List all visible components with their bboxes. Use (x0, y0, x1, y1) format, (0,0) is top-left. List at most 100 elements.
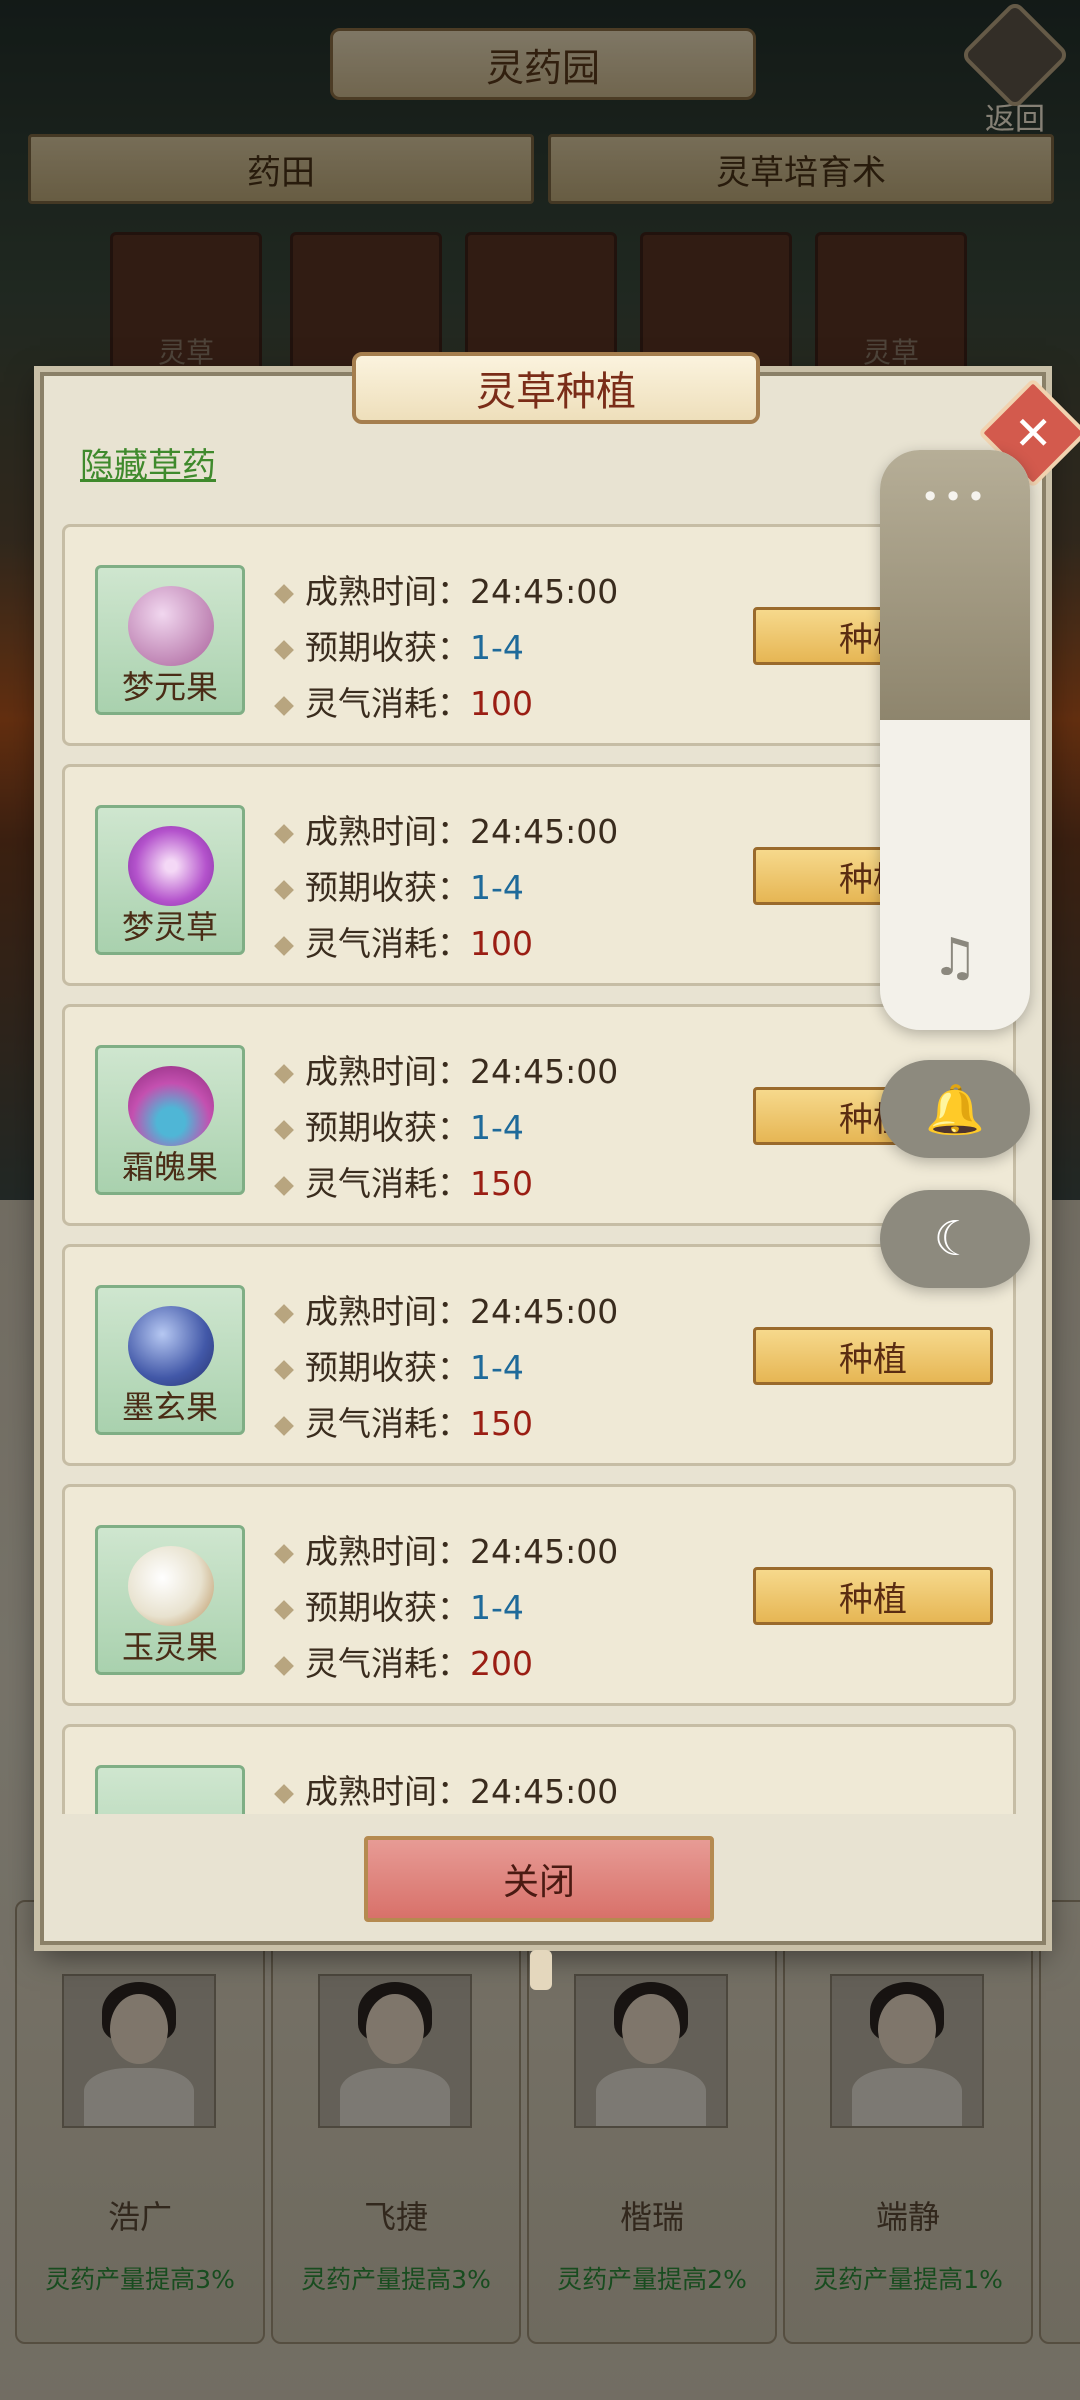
plant-button[interactable]: 种植 (753, 1567, 993, 1625)
harvest-label: 预期收获： (305, 1588, 470, 1627)
harvest-label: 预期收获： (305, 868, 470, 907)
herb-name: 梦元果 (121, 668, 218, 706)
maturity-time: 成熟时间：24:45:00 (274, 1285, 619, 1333)
flower-icon (128, 826, 214, 906)
expected-harvest: 预期收获：1-4 (274, 1101, 524, 1149)
cost-value: 100 (470, 684, 533, 723)
fruit-icon (128, 1066, 214, 1146)
plant-button[interactable]: 种植 (753, 1327, 993, 1385)
maturity-value: 24:45:00 (470, 572, 619, 611)
list-item: 成熟时间：24:45:00 (62, 1724, 1016, 1814)
herb-icon: 玉灵果 (95, 1525, 245, 1675)
herb-icon: 墨玄果 (95, 1285, 245, 1435)
diamond-icon (274, 823, 294, 844)
harvest-value: 1-4 (470, 1588, 524, 1627)
diamond-icon (274, 583, 294, 604)
maturity-label: 成熟时间： (305, 1292, 470, 1331)
list-item: 墨玄果 成熟时间：24:45:00 预期收获：1-4 灵气消耗：150 种植 (62, 1244, 1016, 1466)
expected-harvest: 预期收获：1-4 (274, 1581, 524, 1629)
diamond-icon (274, 1599, 294, 1620)
expected-harvest: 预期收获：1-4 (274, 621, 524, 669)
diamond-icon (274, 1783, 294, 1804)
herb-icon (95, 1765, 245, 1814)
diamond-icon (274, 695, 294, 716)
cost-label: 灵气消耗： (305, 684, 470, 723)
diamond-icon (274, 639, 294, 660)
cost-value: 200 (470, 1644, 533, 1683)
maturity-time: 成熟时间：24:45:00 (274, 1525, 619, 1573)
moon-icon: ☾ (933, 1211, 977, 1267)
list-item: 霜魄果 成熟时间：24:45:00 预期收获：1-4 灵气消耗：150 种植 (62, 1004, 1016, 1226)
fruit-icon (128, 1546, 214, 1626)
diamond-icon (274, 1063, 294, 1084)
diamond-icon (274, 1119, 294, 1140)
expected-harvest: 预期收获：1-4 (274, 861, 524, 909)
diamond-icon (274, 1303, 294, 1324)
tassel-ornament (530, 1950, 552, 1990)
list-item: 梦元果 成熟时间：24:45:00 预期收获：1-4 灵气消耗：100 种植 (62, 524, 1016, 746)
maturity-value: 24:45:00 (470, 1292, 619, 1331)
diamond-icon (274, 1175, 294, 1196)
cost-value: 150 (470, 1404, 533, 1443)
dialog-title: 灵草种植 (352, 352, 760, 424)
herb-icon: 霜魄果 (95, 1045, 245, 1195)
spirit-cost: 灵气消耗：150 (274, 1157, 533, 1205)
harvest-value: 1-4 (470, 1348, 524, 1387)
volume-panel[interactable]: ••• ♫ (880, 450, 1030, 1030)
maturity-label: 成熟时间： (305, 1052, 470, 1091)
diamond-icon (274, 1655, 294, 1676)
herb-name: 霜魄果 (121, 1148, 218, 1186)
maturity-label: 成熟时间： (305, 572, 470, 611)
diamond-icon (274, 1415, 294, 1436)
herb-name: 梦灵草 (121, 908, 218, 946)
diamond-icon (274, 1543, 294, 1564)
herb-icon: 梦灵草 (95, 805, 245, 955)
hide-herbs-link[interactable]: 隐藏草药 (80, 438, 216, 487)
expected-harvest: 预期收获：1-4 (274, 1341, 524, 1389)
spirit-cost: 灵气消耗：100 (274, 917, 533, 965)
maturity-label: 成熟时间： (305, 1532, 470, 1571)
herb-name: 墨玄果 (121, 1388, 218, 1426)
spirit-cost: 灵气消耗：200 (274, 1637, 533, 1685)
herb-name: 玉灵果 (121, 1628, 218, 1666)
ellipsis-icon[interactable]: ••• (880, 478, 1030, 516)
cost-label: 灵气消耗： (305, 1164, 470, 1203)
spirit-cost: 灵气消耗：150 (274, 1397, 533, 1445)
spirit-cost: 灵气消耗：100 (274, 677, 533, 725)
cost-label: 灵气消耗： (305, 1644, 470, 1683)
cost-value: 100 (470, 924, 533, 963)
harvest-value: 1-4 (470, 628, 524, 667)
harvest-label: 预期收获： (305, 1348, 470, 1387)
music-note-icon: ♫ (931, 928, 979, 988)
maturity-value: 24:45:00 (470, 1052, 619, 1091)
harvest-value: 1-4 (470, 1108, 524, 1147)
cost-value: 150 (470, 1164, 533, 1203)
fruit-icon (128, 1306, 214, 1386)
diamond-icon (274, 1359, 294, 1380)
moon-button[interactable]: ☾ (880, 1190, 1030, 1288)
maturity-time: 成熟时间：24:45:00 (274, 805, 619, 853)
bell-button[interactable]: 🔔 (880, 1060, 1030, 1158)
harvest-label: 预期收获： (305, 1108, 470, 1147)
maturity-label: 成熟时间： (305, 1772, 470, 1811)
harvest-value: 1-4 (470, 868, 524, 907)
maturity-time: 成熟时间：24:45:00 (274, 1045, 619, 1093)
close-button[interactable]: 关闭 (364, 1836, 714, 1922)
fruit-icon (128, 586, 214, 666)
harvest-label: 预期收获： (305, 628, 470, 667)
maturity-label: 成熟时间： (305, 812, 470, 851)
maturity-time: 成熟时间：24:45:00 (274, 565, 619, 613)
maturity-value: 24:45:00 (470, 1532, 619, 1571)
list-item: 梦灵草 成熟时间：24:45:00 预期收获：1-4 灵气消耗：100 种植 (62, 764, 1016, 986)
bell-icon: 🔔 (925, 1081, 985, 1138)
cost-label: 灵气消耗： (305, 1404, 470, 1443)
cost-label: 灵气消耗： (305, 924, 470, 963)
herb-icon: 梦元果 (95, 565, 245, 715)
maturity-value: 24:45:00 (470, 1772, 619, 1811)
maturity-value: 24:45:00 (470, 812, 619, 851)
diamond-icon (274, 879, 294, 900)
herb-list[interactable]: 梦元果 成熟时间：24:45:00 预期收获：1-4 灵气消耗：100 种植 梦… (62, 524, 1022, 1814)
list-item: 玉灵果 成熟时间：24:45:00 预期收获：1-4 灵气消耗：200 种植 (62, 1484, 1016, 1706)
maturity-time: 成熟时间：24:45:00 (274, 1765, 619, 1813)
diamond-icon (274, 935, 294, 956)
